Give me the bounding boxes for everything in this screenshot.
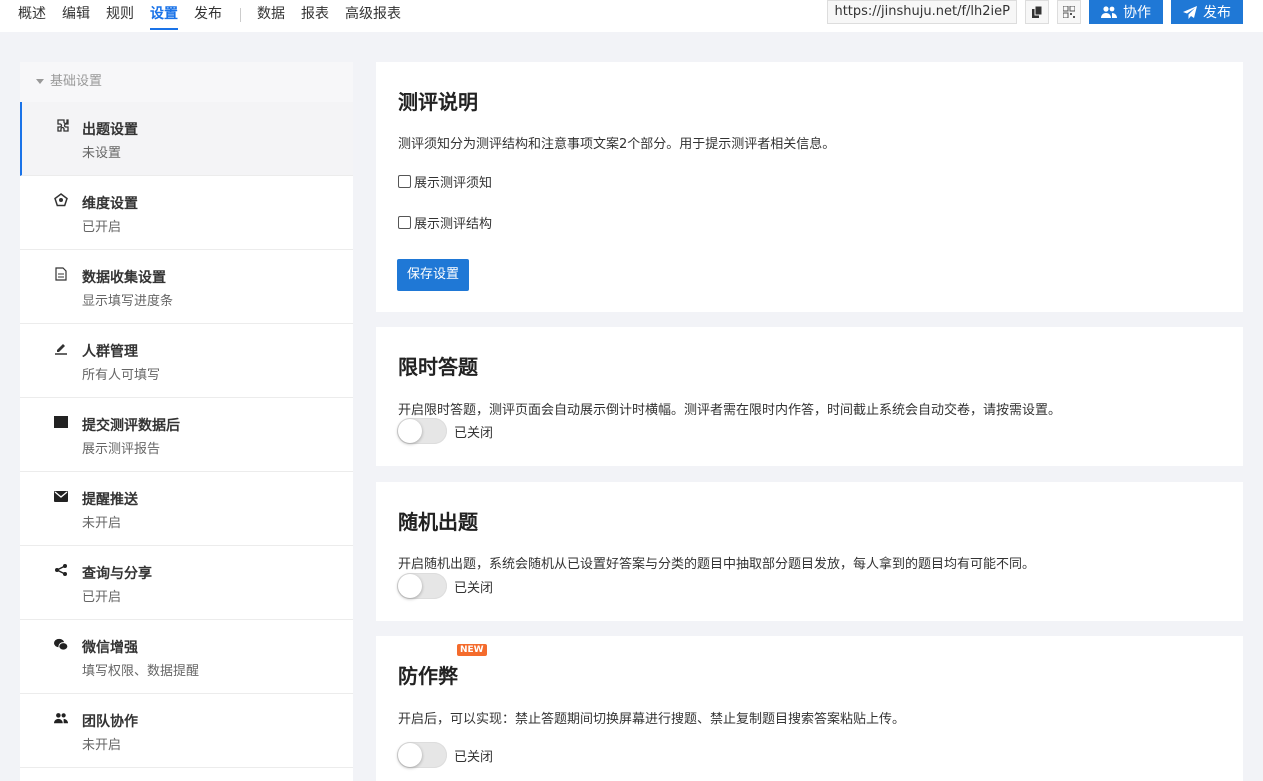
collaborate-button[interactable]: 协作 <box>1089 0 1163 24</box>
sidebar-item-status: 显示填写进度条 <box>82 294 174 309</box>
sidebar-item-title: 出题设置 <box>82 122 138 138</box>
toggle-status: 已关闭 <box>454 749 494 765</box>
anti-cheat-card-title: 防作弊 <box>398 664 458 688</box>
sidebar-item-status: 未设置 <box>82 146 122 161</box>
sidebar-item-reminder[interactable]: 提醒推送 未开启 <box>20 472 353 546</box>
nav-advanced-report[interactable]: 高级报表 <box>345 0 401 30</box>
anti-cheat-toggle[interactable] <box>397 742 447 768</box>
anti-cheat-toggle-row: 已关闭 <box>397 742 493 768</box>
intro-card-title: 测评说明 <box>398 90 478 114</box>
sidebar-group-label: 基础设置 <box>50 74 103 89</box>
toggle-knob <box>398 419 422 443</box>
checkbox-label: 展示测评须知 <box>414 176 493 191</box>
toggle-knob <box>398 743 422 767</box>
sidebar-item-status: 已开启 <box>82 220 122 235</box>
timed-toggle[interactable] <box>397 418 447 444</box>
nav-edit[interactable]: 编辑 <box>62 0 90 30</box>
checkbox-box[interactable] <box>398 175 411 188</box>
sidebar-item-question-settings[interactable]: 出题设置 未设置 <box>20 102 353 176</box>
nav-divider <box>240 8 241 22</box>
square-icon <box>54 415 68 429</box>
sidebar-item-dimension[interactable]: 维度设置 已开启 <box>20 176 353 250</box>
show-notice-checkbox[interactable]: 展示测评须知 <box>398 172 492 191</box>
sidebar-item-title: 数据收集设置 <box>82 270 166 286</box>
anti-cheat-card-description: 开启后，可以实现：禁止答题期间切换屏幕进行搜题、禁止复制题目搜索答案粘贴上传。 <box>398 712 906 727</box>
sidebar-item-data-collection[interactable]: 数据收集设置 显示填写进度条 <box>20 250 353 324</box>
share-icon <box>54 563 68 577</box>
save-settings-button[interactable]: 保存设置 <box>397 259 470 291</box>
sidebar-item-title: 提醒推送 <box>82 492 138 508</box>
nav-overview[interactable]: 概述 <box>18 0 46 30</box>
wechat-icon <box>54 637 68 651</box>
toggle-status: 已关闭 <box>454 580 494 596</box>
sidebar-item-title: 人群管理 <box>82 344 138 360</box>
sidebar-item-status: 展示测评报告 <box>82 442 161 457</box>
puzzle-icon <box>56 119 70 133</box>
random-card-description: 开启随机出题，系统会随机从已设置好答案与分类的题目中抽取部分题目发放，每人拿到的… <box>398 557 1036 572</box>
sidebar-item-title: 提交测评数据后 <box>82 418 180 434</box>
checkbox-label: 展示测评结构 <box>414 217 493 232</box>
form-url-field[interactable]: https://jinshuju.net/f/lh2ieP <box>827 0 1017 24</box>
timed-card-description: 开启限时答题，测评页面会自动展示倒计时横幅。测评者需在限时内作答，时间截止系统会… <box>398 403 1062 418</box>
sidebar-item-wechat[interactable]: 微信增强 填写权限、数据提醒 <box>20 620 353 694</box>
collaborate-label: 协作 <box>1123 5 1151 21</box>
anti-cheat-card: NEW 防作弊 开启后，可以实现：禁止答题期间切换屏幕进行搜题、禁止复制题目搜索… <box>376 636 1243 781</box>
top-bar: 概述 编辑 规则 设置 发布 数据 报表 高级报表 https://jinshu… <box>0 0 1263 32</box>
random-card-title: 随机出题 <box>398 510 478 534</box>
sidebar-item-after-submit[interactable]: 提交测评数据后 展示测评报告 <box>20 398 353 472</box>
sidebar-item-title: 微信增强 <box>82 640 138 656</box>
pentagon-icon <box>54 193 68 207</box>
pen-icon <box>54 341 68 355</box>
nav-rules[interactable]: 规则 <box>106 0 134 30</box>
sidebar-item-audience[interactable]: 人群管理 所有人可填写 <box>20 324 353 398</box>
toggle-knob <box>398 574 422 598</box>
main-nav: 概述 编辑 规则 设置 发布 数据 报表 高级报表 <box>18 0 417 30</box>
envelope-icon <box>54 489 68 503</box>
intro-card: 测评说明 测评须知分为测评结构和注意事项文案2个部分。用于提示测评者相关信息。 … <box>376 62 1243 312</box>
random-toggle-row: 已关闭 <box>397 573 493 599</box>
timed-card-title: 限时答题 <box>398 355 478 379</box>
sidebar-group-basic[interactable]: 基础设置 <box>20 62 353 102</box>
random-toggle[interactable] <box>397 573 447 599</box>
sidebar-item-query-share[interactable]: 查询与分享 已开启 <box>20 546 353 620</box>
document-icon <box>54 267 68 281</box>
sidebar-item-status: 所有人可填写 <box>82 368 161 383</box>
copy-icon[interactable] <box>1025 0 1049 24</box>
timed-toggle-row: 已关闭 <box>397 418 493 444</box>
new-badge: NEW <box>457 644 487 656</box>
nav-data[interactable]: 数据 <box>257 0 285 30</box>
publish-button[interactable]: 发布 <box>1171 0 1243 24</box>
qrcode-icon[interactable] <box>1057 0 1081 24</box>
send-icon <box>1183 5 1197 19</box>
team-icon <box>1101 6 1117 18</box>
timed-answer-card: 限时答题 开启限时答题，测评页面会自动展示倒计时横幅。测评者需在限时内作答，时间… <box>376 327 1243 466</box>
sidebar-item-status: 填写权限、数据提醒 <box>82 664 200 679</box>
sidebar-item-status: 已开启 <box>82 590 122 605</box>
sidebar-item-status: 未开启 <box>82 516 122 531</box>
publish-label: 发布 <box>1203 5 1231 21</box>
toggle-status: 已关闭 <box>454 425 494 441</box>
team-icon <box>54 711 68 725</box>
random-question-card: 随机出题 开启随机出题，系统会随机从已设置好答案与分类的题目中抽取部分题目发放，… <box>376 482 1243 621</box>
sidebar-item-title: 维度设置 <box>82 196 138 212</box>
nav-settings[interactable]: 设置 <box>150 0 178 30</box>
sidebar-item-title: 查询与分享 <box>82 566 152 582</box>
sidebar-item-team[interactable]: 团队协作 未开启 <box>20 694 353 768</box>
show-structure-checkbox[interactable]: 展示测评结构 <box>398 213 492 232</box>
settings-sidebar: 基础设置 出题设置 未设置 维度设置 已开启 数据收集设置 显示填写进度条 人群… <box>20 62 353 781</box>
checkbox-box[interactable] <box>398 216 411 229</box>
nav-report[interactable]: 报表 <box>301 0 329 30</box>
caret-down-icon <box>36 79 44 84</box>
sidebar-item-title: 团队协作 <box>82 714 138 730</box>
sidebar-item-status: 未开启 <box>82 738 122 753</box>
nav-publish[interactable]: 发布 <box>194 0 222 30</box>
toolbar-right: https://jinshuju.net/f/lh2ieP 协作 发布 <box>827 0 1243 24</box>
intro-card-description: 测评须知分为测评结构和注意事项文案2个部分。用于提示测评者相关信息。 <box>398 137 836 152</box>
